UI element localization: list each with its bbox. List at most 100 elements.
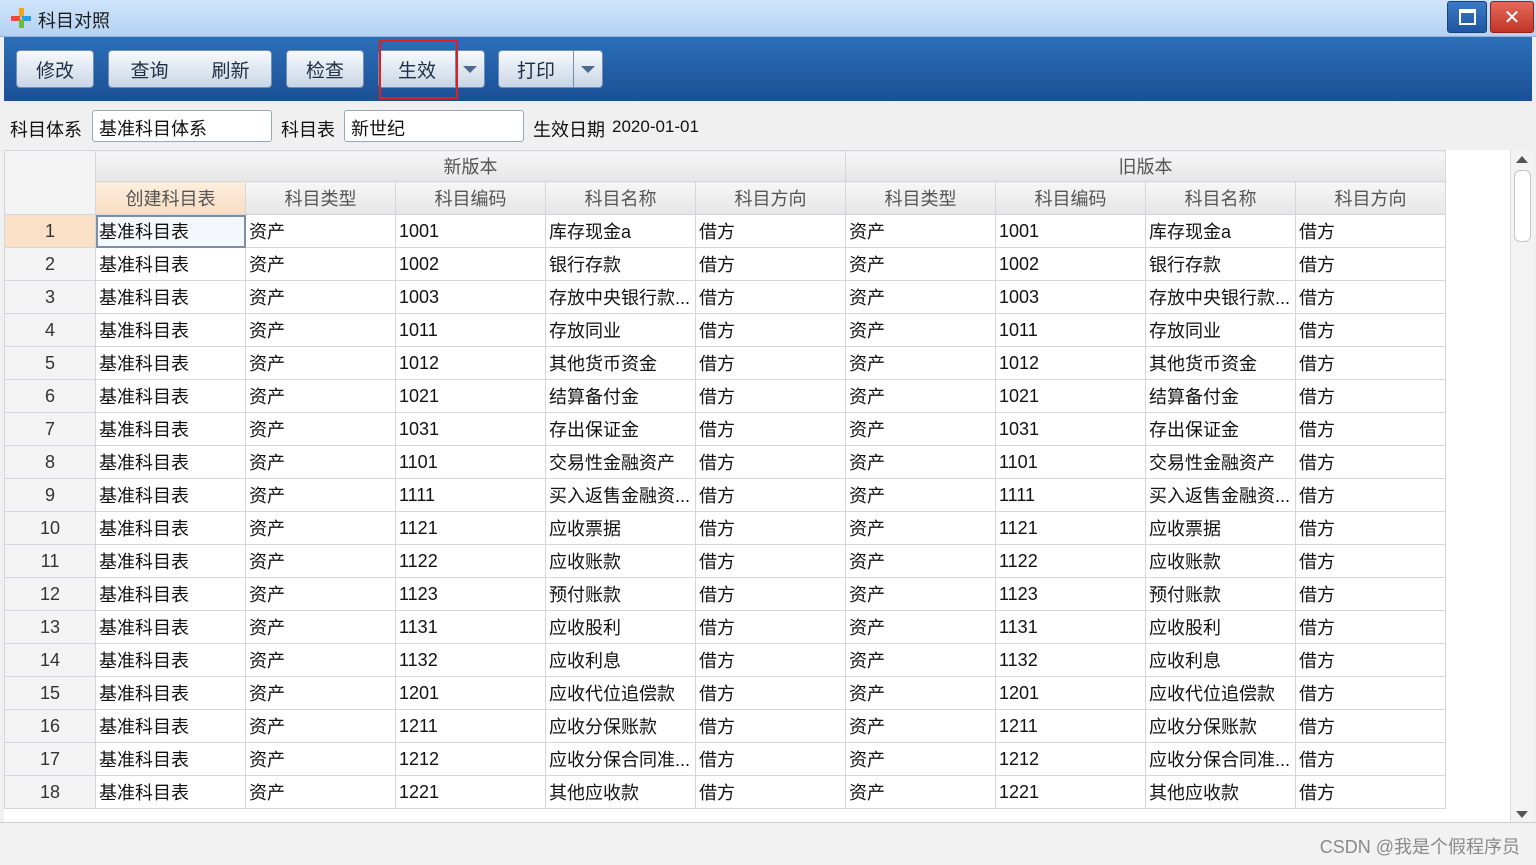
table-cell[interactable]: 借方 [1295,610,1446,644]
table-cell[interactable]: 资产 [845,379,996,413]
table-cell[interactable]: 资产 [845,544,996,578]
table-cell[interactable]: 1122 [995,544,1146,578]
table-row[interactable]: 3 基准科目表 资产 1003 存放中央银行款... 借方 资产 1003 存放中央银行款...… [4,280,1446,314]
table-cell[interactable]: 应收代位追偿款 [1145,676,1296,710]
table-cell[interactable]: 资产 [245,280,396,314]
table-cell[interactable]: 资产 [845,577,996,611]
table-cell[interactable]: 借方 [695,511,846,545]
column-header[interactable]: 科目方向 [1295,181,1446,215]
activate-button[interactable]: 生效 [378,50,456,88]
table-cell[interactable]: 资产 [845,313,996,347]
table-cell[interactable]: 借方 [695,445,846,479]
table-cell[interactable]: 1111 [995,478,1146,512]
table-cell[interactable]: 1132 [395,643,546,677]
table-cell[interactable]: 基准科目表 [95,214,246,248]
table-cell[interactable]: 资产 [245,544,396,578]
table-row[interactable]: 11 基准科目表 资产 1122 应收账款 借方 资产 1122 应收账款 借方 [4,544,1446,578]
table-cell[interactable]: 借方 [1295,280,1446,314]
table-row[interactable]: 5 基准科目表 资产 1012 其他货币资金 借方 资产 1012 其他货币资金 借方 [4,346,1446,380]
table-cell[interactable]: 资产 [245,577,396,611]
column-header[interactable]: 科目名称 [1145,181,1296,215]
table-cell[interactable]: 存放中央银行款... [545,280,696,314]
table-cell[interactable]: 基准科目表 [95,379,246,413]
table-cell[interactable]: 1001 [995,214,1146,248]
table-cell[interactable]: 基准科目表 [95,280,246,314]
scroll-down-icon[interactable] [1516,811,1528,818]
table-cell[interactable]: 1221 [395,775,546,809]
table-cell[interactable]: 1121 [395,511,546,545]
table-row[interactable]: 13 基准科目表 资产 1131 应收股利 借方 资产 1131 应收股利 借方 [4,610,1446,644]
table-cell[interactable]: 借方 [695,643,846,677]
table-cell[interactable]: 1021 [395,379,546,413]
table-cell[interactable]: 资产 [245,412,396,446]
table-cell[interactable]: 资产 [845,709,996,743]
table-cell[interactable]: 借方 [695,412,846,446]
column-header[interactable]: 科目编码 [995,181,1146,215]
table-cell[interactable]: 资产 [245,379,396,413]
table-cell[interactable]: 基准科目表 [95,313,246,347]
table-cell[interactable]: 借方 [1295,478,1446,512]
table-cell[interactable]: 其他货币资金 [1145,346,1296,380]
table-cell[interactable]: 基准科目表 [95,676,246,710]
refresh-button[interactable]: 刷新 [211,56,249,83]
table-row[interactable]: 17 基准科目表 资产 1212 应收分保合同准... 借方 资产 1212 应收分保合同准..… [4,742,1446,776]
table-cell[interactable]: 应收分保合同准... [1145,742,1296,776]
table-cell[interactable]: 借方 [695,742,846,776]
table-row[interactable]: 9 基准科目表 资产 1111 买入返售金融资... 借方 资产 1111 买入返售金融资...… [4,478,1446,512]
table-cell[interactable]: 存出保证金 [545,412,696,446]
column-header[interactable]: 创建科目表 [95,181,246,215]
table-cell[interactable]: 银行存款 [1145,247,1296,281]
table-cell[interactable]: 1101 [395,445,546,479]
table-cell[interactable]: 资产 [845,445,996,479]
table-cell[interactable]: 1212 [395,742,546,776]
table-cell[interactable]: 应收账款 [1145,544,1296,578]
table-cell[interactable]: 1201 [995,676,1146,710]
table-cell[interactable]: 1201 [395,676,546,710]
table-cell[interactable]: 1001 [395,214,546,248]
table-row[interactable]: 4 基准科目表 资产 1011 存放同业 借方 资产 1011 存放同业 借方 [4,313,1446,347]
close-button[interactable]: ✕ [1490,1,1534,33]
table-row[interactable]: 2 基准科目表 资产 1002 银行存款 借方 资产 1002 银行存款 借方 [4,247,1446,281]
table-cell[interactable]: 1011 [395,313,546,347]
table-cell[interactable]: 买入返售金融资... [545,478,696,512]
table-cell[interactable]: 1012 [995,346,1146,380]
table-row[interactable]: 7 基准科目表 资产 1031 存出保证金 借方 资产 1031 存出保证金 借方 [4,412,1446,446]
table-cell[interactable]: 借方 [1295,445,1446,479]
table-cell[interactable]: 应收分保账款 [1145,709,1296,743]
table-row[interactable]: 15 基准科目表 资产 1201 应收代位追偿款 借方 资产 1201 应收代位追偿款 借方 [4,676,1446,710]
table-cell[interactable]: 1003 [395,280,546,314]
table-cell[interactable]: 资产 [245,247,396,281]
table-cell[interactable]: 1122 [395,544,546,578]
table-cell[interactable]: 基准科目表 [95,247,246,281]
maximize-button[interactable] [1447,1,1487,33]
table-cell[interactable]: 1211 [995,709,1146,743]
table-cell[interactable]: 银行存款 [545,247,696,281]
vertical-scrollbar[interactable] [1510,150,1533,822]
table-cell[interactable]: 1131 [395,610,546,644]
table-cell[interactable]: 资产 [845,676,996,710]
table-cell[interactable]: 借方 [1295,544,1446,578]
table-row[interactable]: 1 基准科目表 资产 1001 库存现金a 借方 资产 1001 库存现金a 借方 [4,214,1446,248]
table-cell[interactable]: 应收代位追偿款 [545,676,696,710]
table-cell[interactable]: 资产 [245,445,396,479]
table-cell[interactable]: 资产 [845,511,996,545]
table-cell[interactable]: 应收利息 [1145,643,1296,677]
table-cell[interactable]: 存出保证金 [1145,412,1296,446]
table-cell[interactable]: 借方 [1295,709,1446,743]
table-cell[interactable]: 借方 [1295,412,1446,446]
table-cell[interactable]: 基准科目表 [95,577,246,611]
table-cell[interactable]: 基准科目表 [95,478,246,512]
table-cell[interactable]: 1101 [995,445,1146,479]
table-row[interactable]: 16 基准科目表 资产 1211 应收分保账款 借方 资产 1211 应收分保账款 借方 [4,709,1446,743]
table-cell[interactable]: 借方 [1295,214,1446,248]
table-cell[interactable]: 借方 [695,676,846,710]
table-cell[interactable]: 资产 [845,610,996,644]
table-cell[interactable]: 资产 [245,610,396,644]
table-cell[interactable]: 1002 [995,247,1146,281]
table-row[interactable]: 6 基准科目表 资产 1021 结算备付金 借方 资产 1021 结算备付金 借方 [4,379,1446,413]
table-cell[interactable]: 结算备付金 [545,379,696,413]
column-header[interactable]: 科目类型 [845,181,996,215]
table-cell[interactable]: 资产 [245,214,396,248]
column-header[interactable]: 科目方向 [695,181,846,215]
table-cell[interactable]: 基准科目表 [95,775,246,809]
